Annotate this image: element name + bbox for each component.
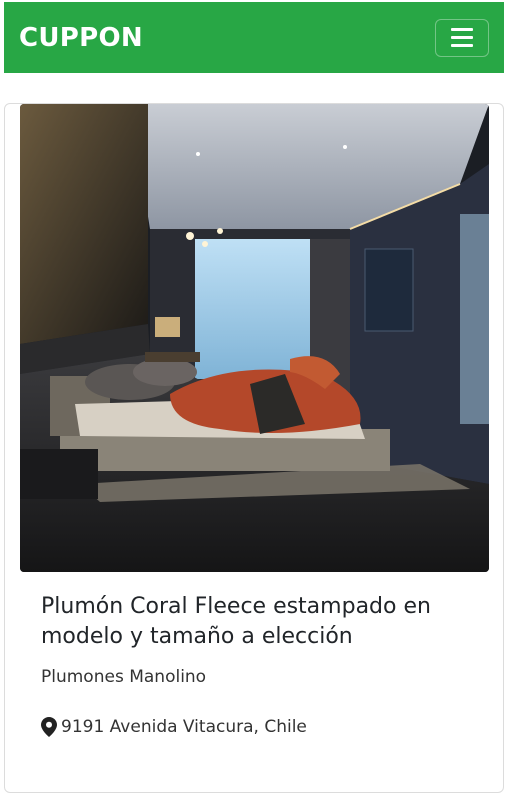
brand-logo[interactable]: CUPPON	[19, 23, 143, 53]
deal-title[interactable]: Plumón Coral Fleece estampado en modelo …	[41, 592, 471, 652]
map-marker-icon	[41, 717, 57, 737]
hamburger-icon-bar	[451, 44, 473, 47]
top-navbar: CUPPON	[4, 2, 504, 73]
bedroom-photo	[20, 104, 489, 572]
hamburger-icon-bar	[451, 28, 473, 31]
hamburger-icon-bar	[451, 36, 473, 39]
merchant-name: Plumones Manolino	[41, 667, 207, 687]
deal-image[interactable]	[20, 104, 489, 572]
menu-toggle-button[interactable]	[435, 18, 489, 57]
deal-location: 9191 Avenida Vitacura, Chile	[41, 717, 307, 737]
address-text: 9191 Avenida Vitacura, Chile	[61, 717, 307, 737]
deal-card[interactable]: Plumón Coral Fleece estampado en modelo …	[4, 103, 504, 793]
